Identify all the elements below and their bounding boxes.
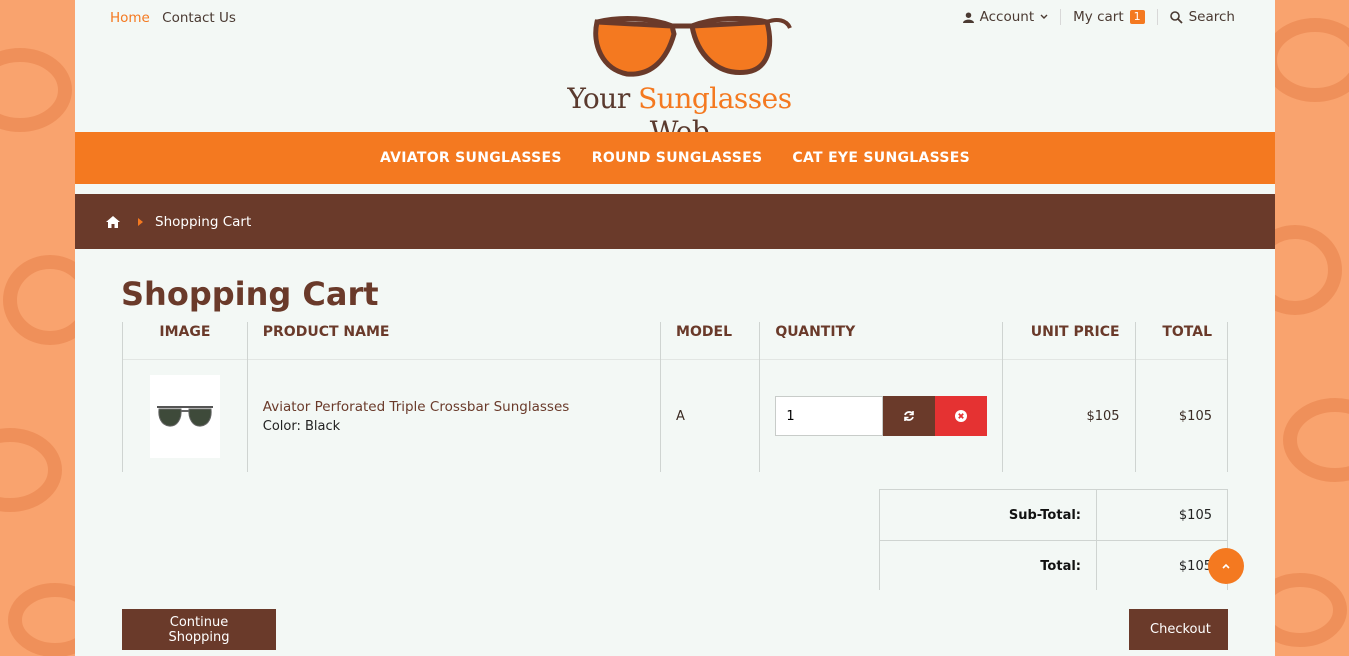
site-logo[interactable]: Your Sunglasses Web (542, 14, 817, 148)
cart-count-badge: 1 (1129, 10, 1145, 24)
remove-icon (955, 410, 968, 422)
remove-item-button[interactable] (935, 396, 988, 436)
product-option: Color: Black (262, 418, 341, 434)
page-container: Home Contact Us Account My cart 1 Search… (75, 0, 1275, 656)
checkout-button[interactable]: Checkout (1129, 609, 1228, 650)
breadcrumb-current: Shopping Cart (155, 213, 252, 230)
column-header-image: IMAGE (122, 322, 248, 360)
chevron-down-icon (1040, 14, 1048, 19)
breadcrumb-separator-icon (138, 217, 143, 226)
total-label: Total: (879, 540, 1097, 592)
home-link[interactable]: Home (110, 10, 150, 26)
column-header-quantity: QUANTITY (759, 322, 1003, 360)
totals-bottom-cutoff (875, 590, 1235, 610)
nav-item-aviator[interactable]: AVIATOR SUNGLASSES (380, 150, 562, 166)
cart-header-row: IMAGE PRODUCT NAME MODEL QUANTITY UNIT P… (122, 322, 1229, 360)
main-nav: AVIATOR SUNGLASSES ROUND SUNGLASSES CAT … (75, 132, 1275, 184)
subtotal-value: $105 (1096, 489, 1228, 541)
breadcrumb: Shopping Cart (75, 194, 1275, 249)
column-header-total: TOTAL (1134, 322, 1229, 360)
subtotal-label: Sub-Total: (879, 489, 1097, 541)
account-label: Account (979, 9, 1035, 25)
table-row: Aviator Perforated Triple Crossbar Sungl… (122, 359, 1229, 472)
aviator-sunglasses-image (156, 406, 213, 427)
top-right-menu: Account My cart 1 Search (951, 9, 1235, 25)
logo-word-1: Your (567, 82, 630, 115)
column-header-name: PRODUCT NAME (246, 322, 661, 360)
product-name-link[interactable]: Aviator Perforated Triple Crossbar Sungl… (263, 399, 570, 415)
refresh-icon (904, 411, 915, 421)
update-quantity-button[interactable] (883, 396, 936, 436)
home-icon[interactable] (106, 215, 120, 228)
quantity-cell (759, 359, 1003, 472)
product-name-cell: Aviator Perforated Triple Crossbar Sungl… (246, 359, 661, 472)
account-menu[interactable]: Account (951, 9, 1061, 25)
cart-link[interactable]: My cart 1 (1061, 9, 1156, 25)
search-label: Search (1188, 9, 1235, 25)
user-icon (962, 11, 974, 23)
totals-table: Sub-Total: $105 Total: $105 (879, 489, 1228, 592)
quantity-control (775, 396, 988, 436)
unit-price: $105 (1002, 359, 1136, 472)
nav-item-cat-eye[interactable]: CAT EYE SUNGLASSES (792, 150, 970, 166)
sunglasses-logo-icon (593, 16, 792, 77)
subtotal-row: Sub-Total: $105 (879, 489, 1228, 541)
cart-table: IMAGE PRODUCT NAME MODEL QUANTITY UNIT P… (122, 322, 1229, 472)
logo-word-2: Sunglasses (638, 82, 792, 115)
arrow-up-icon (1222, 563, 1230, 569)
scroll-to-top-button[interactable] (1208, 548, 1244, 584)
contact-link[interactable]: Contact Us (162, 10, 236, 26)
quantity-input[interactable] (775, 396, 884, 436)
page-title: Shopping Cart (121, 275, 379, 313)
nav-item-round[interactable]: ROUND SUNGLASSES (592, 150, 763, 166)
search-button[interactable]: Search (1158, 9, 1235, 25)
product-model: A (660, 359, 760, 472)
total-row: Total: $105 (879, 540, 1228, 592)
line-total: $105 (1134, 359, 1229, 472)
product-image[interactable] (149, 374, 220, 458)
search-icon (1169, 10, 1183, 24)
column-header-unit-price: UNIT PRICE (1002, 322, 1136, 360)
cart-label: My cart (1073, 9, 1124, 25)
column-header-model: MODEL (660, 322, 760, 360)
product-image-cell (122, 359, 248, 472)
continue-shopping-button[interactable]: Continue Shopping (122, 609, 276, 650)
top-links: Home Contact Us (110, 10, 244, 26)
